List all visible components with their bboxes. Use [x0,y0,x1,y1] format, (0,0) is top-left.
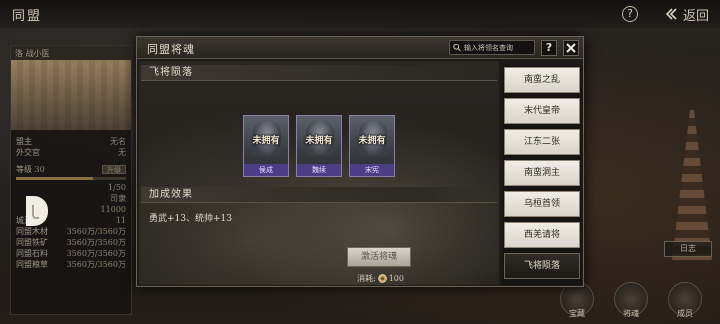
alliance-banner-image [11,60,131,130]
page-title: 同盟 [12,9,43,24]
stat-row: 同盟木材 3560万/3560万 [16,227,126,236]
cost-value: 100 [388,274,404,283]
level-row: 等级 30 升级 [11,164,131,175]
tab-flying-general-fall[interactable]: 飞将陨落 [504,253,580,279]
tab-jiangdong-two-zhang[interactable]: 江东二张 [504,129,580,155]
members-label: 成员 [677,309,693,318]
general-soul-label: 将魂 [623,309,639,318]
search-box[interactable] [449,40,535,55]
bonus-section-header: 加成效果 [141,187,497,203]
bonus-effect-text: 勇武+13、统帅+13 [149,214,232,224]
tab-xiqiang-generals[interactable]: 西羌请将 [504,222,580,248]
ownership-status: 未拥有 [305,136,333,146]
general-card[interactable]: 未拥有 魏续 [296,115,342,177]
treasure-label: 宝藏 [569,309,585,318]
stat-row: 同盟粮草 3560万/3560万 [16,260,126,269]
back-arrow-icon [665,8,677,20]
general-soul-dialog: 同盟将魂 ? 飞将陨落 未拥有 侯成 未拥有 魏续 [136,36,584,287]
search-icon [453,43,461,52]
tab-wuhuan-chief[interactable]: 乌桓首领 [504,191,580,217]
activation-cost: 消耗: 100 [357,273,404,284]
close-icon [566,43,576,53]
ownership-status: 未拥有 [252,136,280,146]
alliance-name: 洛 战小医 [11,46,131,60]
general-name: 侯成 [244,164,288,176]
top-bar: 同盟 ? 返回 [0,0,720,28]
activate-soul-button[interactable]: 激活将魂 [347,247,411,267]
soul-set-tab-list: 南蛮之乱 末代皇帝 江东二张 南蛮洞主 乌桓首领 西羌请将 飞将陨落 [502,65,582,285]
close-button[interactable] [563,40,579,56]
log-button[interactable]: 日志 [664,241,712,257]
dialog-header: 同盟将魂 ? [137,37,583,59]
general-card[interactable]: 未拥有 宋宪 [349,115,395,177]
general-card[interactable]: 未拥有 侯成 [243,115,289,177]
alliance-info-panel: 洛 战小医 盟主无名 外交官无 等级 30 升级 1/50 司隶 11000 城… [10,45,132,315]
back-label: 返回 [683,8,710,24]
dialog-title: 同盟将魂 [147,43,195,56]
info-row: 盟主 无名 [16,137,126,146]
cost-label: 消耗: [357,274,376,283]
stat-row: 1/50 [108,183,126,192]
general-name: 宋宪 [350,164,394,176]
tab-last-emperor[interactable]: 末代皇帝 [504,98,580,124]
search-input[interactable] [464,43,534,52]
ownership-status: 未拥有 [358,136,386,146]
info-row: 外交官无 [16,148,126,157]
back-button[interactable]: 返回 [663,5,710,24]
general-name: 魏续 [297,164,341,176]
tab-southern-rebellion[interactable]: 南蛮之乱 [504,67,580,93]
tab-southern-cave-lord[interactable]: 南蛮洞主 [504,160,580,186]
stat-row: 同盟石料 3560万/3560万 [16,249,126,258]
level-up-button[interactable]: 升级 [102,165,126,174]
generals-section-header: 飞将陨落 [141,65,497,81]
level-progress-bar [16,177,126,180]
help-button[interactable]: ? [622,6,638,22]
dialog-content: 飞将陨落 未拥有 侯成 未拥有 魏续 未拥有 宋宪 加成效果 勇武+13、统帅+… [139,61,499,285]
stat-row: 同盟铁矿 3560万/3560万 [16,238,126,247]
dialog-help-button[interactable]: ? [541,40,557,56]
coin-icon [377,274,387,283]
